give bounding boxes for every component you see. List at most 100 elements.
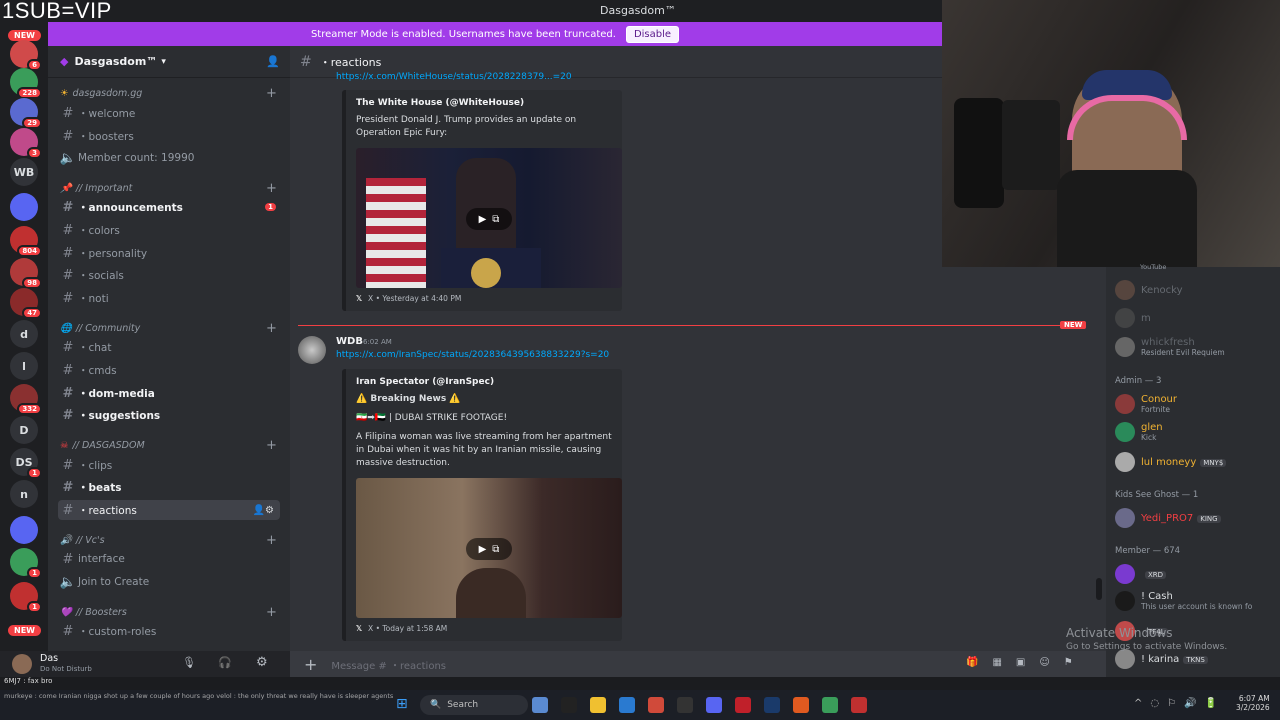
channel-member-count[interactable]: 🔈 Member count: 19990 [58,148,280,168]
add-channel-icon[interactable]: + [266,86,277,101]
channel-settings-icon[interactable]: 👤⚙ [253,505,274,516]
channel-clips[interactable]: # ・clips [58,455,280,475]
add-attachment-icon[interactable]: + [304,655,317,674]
member-row[interactable]: ! Cash This user account is known fo [1115,590,1275,612]
category-dasgasdom[interactable]: ☠// DASGASDOM [60,440,145,451]
member-row[interactable]: glen Kick [1115,421,1275,443]
store-icon[interactable] [619,697,635,713]
composer-toolbar-icons[interactable]: 🎁▦▣☺⚑ [966,657,1087,668]
server-icon[interactable]: 3 [10,128,42,159]
channel-beats[interactable]: # ・beats [58,477,280,497]
server-icon[interactable]: 1 [10,582,42,613]
speaker-icon: 🔈 [59,150,77,166]
server-icon[interactable]: d [10,320,38,348]
server-icon[interactable]: 98 [10,258,42,289]
server-icon[interactable]: DS 1 [10,448,42,479]
category-important[interactable]: 📌// Important [60,183,132,194]
message-author[interactable]: WDB [336,336,363,347]
server-icon[interactable]: WB [10,158,38,186]
add-channel-icon[interactable]: + [266,438,277,453]
member-row[interactable]: Kenocky [1115,279,1275,301]
server-icon[interactable]: D [10,416,38,444]
protein-tub-image [954,98,1004,208]
steam-icon[interactable] [764,697,780,713]
server-header[interactable]: ◆ Dasgasdom™ ▾ [48,46,290,78]
video-thumbnail[interactable]: ▶ ⧉ [356,148,622,288]
app-icon[interactable] [851,697,867,713]
server-icon[interactable]: 1 [10,548,42,579]
message-link[interactable]: https://x.com/IranSpec/status/2028364395… [336,350,609,360]
windows-start-icon[interactable]: ⊞ [396,696,408,712]
server-icon[interactable]: 47 [10,288,42,319]
channel-welcome[interactable]: # ・welcome [58,103,280,123]
server-icon[interactable]: 29 [10,98,42,129]
embed-text: President Donald J. Trump provides an up… [356,115,577,138]
video-thumbnail[interactable]: ▶ ⧉ [356,478,622,618]
channel-boosters[interactable]: # ・boosters [58,126,280,146]
member-row[interactable]: m [1115,307,1275,329]
invite-people-icon[interactable]: 👤 [266,55,280,68]
file-explorer-icon[interactable] [590,697,606,713]
add-channel-icon[interactable]: + [266,605,277,620]
server-icon[interactable]: 804 [10,226,42,257]
channel-suggestions[interactable]: # ・suggestions [58,405,280,425]
add-channel-icon[interactable]: + [266,321,277,336]
taskbar-search[interactable]: 🔍 Search [420,695,528,715]
category-dasgasdom-gg[interactable]: ☀ dasgasdom.gg [60,88,142,99]
category-community[interactable]: 🌐// Community [60,323,140,334]
disable-streamer-mode-button[interactable]: Disable [625,25,680,43]
channel-dom-media[interactable]: # ・dom-media [58,383,280,403]
category-boosters[interactable]: 💜// Boosters [60,607,127,618]
channel-noti[interactable]: # ・noti [58,288,280,308]
channel-interface[interactable]: # interface [58,549,280,569]
add-channel-icon[interactable]: + [266,181,277,196]
member-row[interactable]: Yedi_PRO7 KING [1115,507,1275,529]
channel-custom-roles[interactable]: # ・custom-roles [58,621,280,641]
play-button[interactable]: ▶ ⧉ [466,538,512,560]
browser-icon[interactable] [793,697,809,713]
server-icon[interactable]: l [10,352,38,380]
channel-chat[interactable]: # ・chat [58,337,280,357]
server-icon[interactable]: 332 [10,384,42,415]
member-row[interactable]: lul moneyy MNY$ [1115,451,1275,473]
message-link[interactable]: https://x.com/WhiteHouse/status/20282283… [336,72,572,82]
server-icon[interactable]: 228 [10,68,42,99]
add-channel-icon[interactable]: + [266,533,277,548]
microphone-icon[interactable]: 🎙 [182,656,196,669]
app-icon[interactable] [677,697,693,713]
server-icon[interactable]: 6 [10,40,42,71]
embed-subline: 🇮🇷➡🇦🇪 | DUBAI STRIKE FOOTAGE! [356,413,508,423]
scrollbar-thumb[interactable] [1096,578,1102,600]
member-row[interactable]: XRD [1115,563,1275,585]
acrobat-icon[interactable] [735,697,751,713]
server-icon[interactable] [10,516,38,544]
channel-personality[interactable]: # ・personality [58,243,280,263]
member-row[interactable]: Conour Fortnite [1115,393,1275,415]
flag-image [366,178,426,288]
play-button[interactable]: ▶ ⧉ [466,208,512,230]
chrome-icon[interactable] [822,697,838,713]
avatar[interactable] [298,336,326,364]
category-vcs[interactable]: 🔊// Vc's [60,535,105,546]
avatar[interactable] [12,654,32,674]
task-view-icon[interactable] [561,697,577,713]
embed-author[interactable]: The White House (@WhiteHouse) [356,98,612,108]
gear-icon[interactable]: ⚙ [256,655,268,670]
channel-socials[interactable]: # ・socials [58,265,280,285]
embed-author[interactable]: Iran Spectator (@IranSpec) [356,377,612,387]
channel-colors[interactable]: # ・colors [58,220,280,240]
chrome-icon[interactable] [648,697,664,713]
channel-join-to-create[interactable]: 🔈 Join to Create [58,572,280,592]
message-input[interactable]: Message # ・reactions [331,657,446,672]
channel-cmds[interactable]: # ・cmds [58,360,280,380]
channel-reactions[interactable]: # ・reactions 👤⚙ [58,500,280,520]
server-icon[interactable]: n [10,480,38,508]
system-tray-icons[interactable]: ^◌⚐🔊🔋 [1134,698,1225,709]
server-icon[interactable] [10,193,38,221]
discord-icon[interactable] [706,697,722,713]
widgets-icon[interactable] [532,697,548,713]
channel-announcements[interactable]: # ・announcements 1 [58,197,280,217]
headphones-icon[interactable]: 🎧 [218,656,232,669]
clock[interactable]: 6:07 AM 3/2/2026 [1236,694,1270,712]
member-row[interactable]: whickfresh Resident Evil Requiem [1115,336,1275,358]
